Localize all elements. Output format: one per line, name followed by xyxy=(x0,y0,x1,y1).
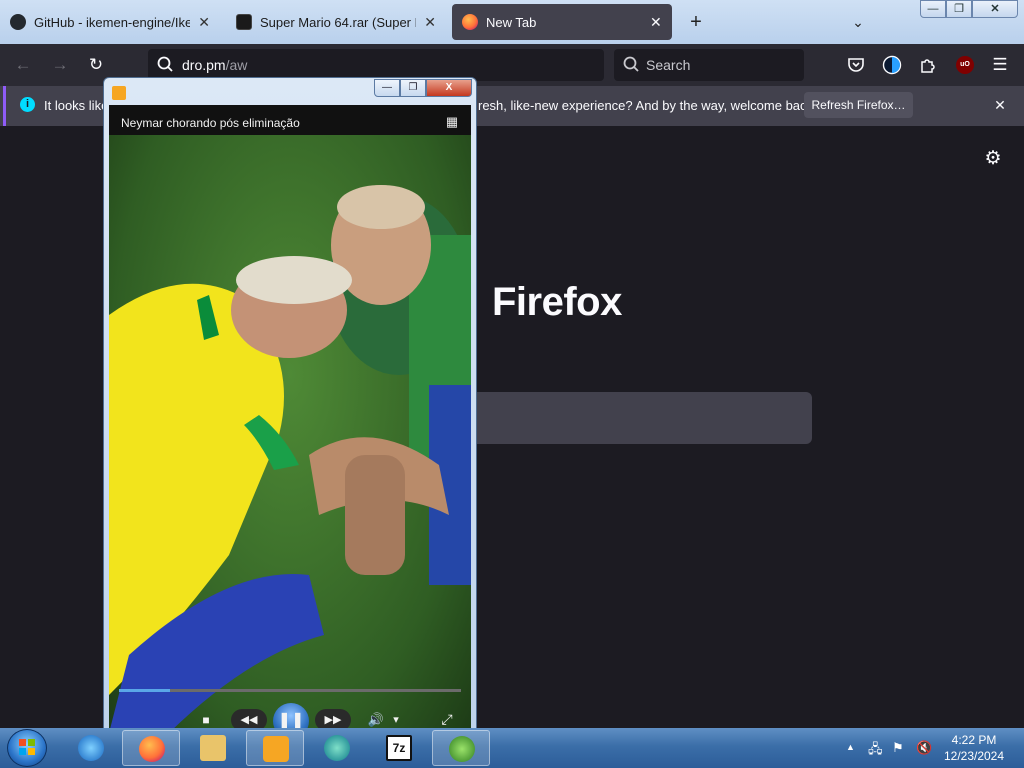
notification-accent xyxy=(3,86,6,126)
seek-progress xyxy=(119,689,171,692)
player-maximize-button[interactable]: ❐ xyxy=(400,79,426,97)
clock-time: 4:22 PM xyxy=(951,733,997,747)
tab-super-mario[interactable]: Super Mario 64.rar (Super Mario ✕ xyxy=(226,4,446,40)
video-players-image xyxy=(109,185,471,733)
show-hidden-icons-button[interactable]: ▲ xyxy=(846,742,855,752)
video-title: Neymar chorando pós eliminação xyxy=(121,116,300,130)
fullscreen-icon[interactable]: ⤢ xyxy=(437,709,457,729)
media-player-icon xyxy=(263,736,289,762)
list-all-tabs-button[interactable]: ⌄ xyxy=(846,10,870,34)
gear-icon[interactable]: ⚙ xyxy=(982,148,1004,170)
player-close-button[interactable]: X xyxy=(426,79,472,97)
windows-logo-icon xyxy=(19,739,35,755)
internet-explorer-icon xyxy=(78,735,104,761)
taskbar-7zip[interactable]: 7z xyxy=(370,730,428,766)
minimize-button[interactable]: — xyxy=(920,0,946,18)
firefox-icon xyxy=(139,736,165,762)
notification-message-end: resh, like-new experience? And by the wa… xyxy=(478,98,817,113)
clock[interactable]: 4:22 PM 12/23/2024 xyxy=(936,732,1012,764)
globe-icon xyxy=(324,735,350,761)
action-center-flag-icon[interactable]: ⚑ xyxy=(892,740,904,756)
maximize-button[interactable]: ❐ xyxy=(946,0,972,18)
tab-title: Super Mario 64.rar (Super Mario xyxy=(260,14,416,30)
close-tab-icon[interactable]: ✕ xyxy=(198,14,210,31)
taskbar: 7z ▲ 🖧 ⚑ 🔇 4:22 PM 12/23/2024 xyxy=(0,728,1024,768)
taskbar-media-player[interactable] xyxy=(246,730,304,766)
player-minimize-button[interactable]: — xyxy=(374,79,400,97)
firefox-icon xyxy=(462,14,478,30)
taskbar-firefox[interactable] xyxy=(122,730,180,766)
search-placeholder: Search xyxy=(646,57,691,73)
network-icon[interactable]: 🖧 xyxy=(868,740,883,762)
ublock-origin-icon[interactable]: uO xyxy=(956,56,974,74)
close-window-button[interactable]: ✕ xyxy=(972,0,1018,18)
taskbar-app-globe[interactable] xyxy=(308,730,366,766)
volume-icon[interactable]: 🔊 xyxy=(366,710,386,730)
tab-title: GitHub - ikemen-engine/Ikemen xyxy=(34,14,191,30)
volume-menu-icon[interactable]: ▾ xyxy=(390,710,402,730)
tab-title: New Tab xyxy=(486,14,537,30)
info-icon: i xyxy=(20,97,35,112)
player-window-controls: — ❐ X xyxy=(374,79,472,97)
close-notification-icon[interactable]: ✕ xyxy=(990,95,1010,115)
search-icon xyxy=(623,56,639,72)
taskbar-internet-explorer[interactable] xyxy=(62,730,120,766)
reload-icon[interactable]: ↻ xyxy=(84,53,108,77)
tab-strip: GitHub - ikemen-engine/Ikemen ✕ Super Ma… xyxy=(0,0,1024,44)
refresh-firefox-button[interactable]: Refresh Firefox… xyxy=(804,92,913,118)
taskbar-frog-app[interactable] xyxy=(432,730,490,766)
new-tab-button[interactable]: + xyxy=(684,8,708,36)
video-title-bar: Neymar chorando pós eliminação ▦ xyxy=(109,105,471,135)
tab-github[interactable]: GitHub - ikemen-engine/Ikemen ✕ xyxy=(0,4,220,40)
video-area[interactable]: Neymar chorando pós eliminação ▦ ■ ◀◀ ❚❚… xyxy=(109,105,471,733)
account-icon[interactable] xyxy=(880,53,904,77)
close-tab-icon[interactable]: ✕ xyxy=(650,14,662,31)
back-arrow-icon[interactable]: ← xyxy=(11,53,35,77)
url-path: /aw xyxy=(225,57,248,73)
hamburger-menu-icon[interactable]: ☰ xyxy=(988,53,1012,77)
forward-arrow-icon[interactable]: → xyxy=(48,53,72,77)
folder-icon xyxy=(200,735,226,761)
search-field[interactable]: Search xyxy=(614,49,804,81)
tab-new-tab[interactable]: New Tab ✕ xyxy=(452,4,672,40)
taskbar-file-explorer[interactable] xyxy=(184,730,242,766)
volume-muted-icon[interactable]: 🔇 xyxy=(916,740,932,756)
media-player-icon xyxy=(112,86,126,100)
extensions-icon[interactable] xyxy=(916,53,940,77)
clock-date: 12/23/2024 xyxy=(943,749,1005,763)
window-controls: — ❐ ✕ xyxy=(920,0,1018,18)
stop-button[interactable]: ■ xyxy=(197,711,215,729)
seek-bar[interactable] xyxy=(119,689,461,692)
start-button[interactable] xyxy=(7,729,47,767)
url-host: dro.pm xyxy=(182,57,226,73)
media-player-window[interactable]: — ❐ X Neymar chorando pós eliminação ▦ ■… xyxy=(103,77,477,733)
pocket-icon[interactable] xyxy=(844,53,868,77)
7zip-icon: 7z xyxy=(386,735,412,761)
video-frame xyxy=(109,135,471,733)
file-icon xyxy=(236,14,252,30)
firefox-wordmark: Firefox xyxy=(492,280,622,324)
switch-to-library-icon[interactable]: ▦ xyxy=(443,114,461,130)
new-tab-search-box[interactable] xyxy=(470,392,812,444)
github-icon xyxy=(10,14,26,30)
close-tab-icon[interactable]: ✕ xyxy=(424,14,436,31)
notification-message-start: It looks like xyxy=(44,98,109,113)
frog-icon xyxy=(449,736,475,762)
